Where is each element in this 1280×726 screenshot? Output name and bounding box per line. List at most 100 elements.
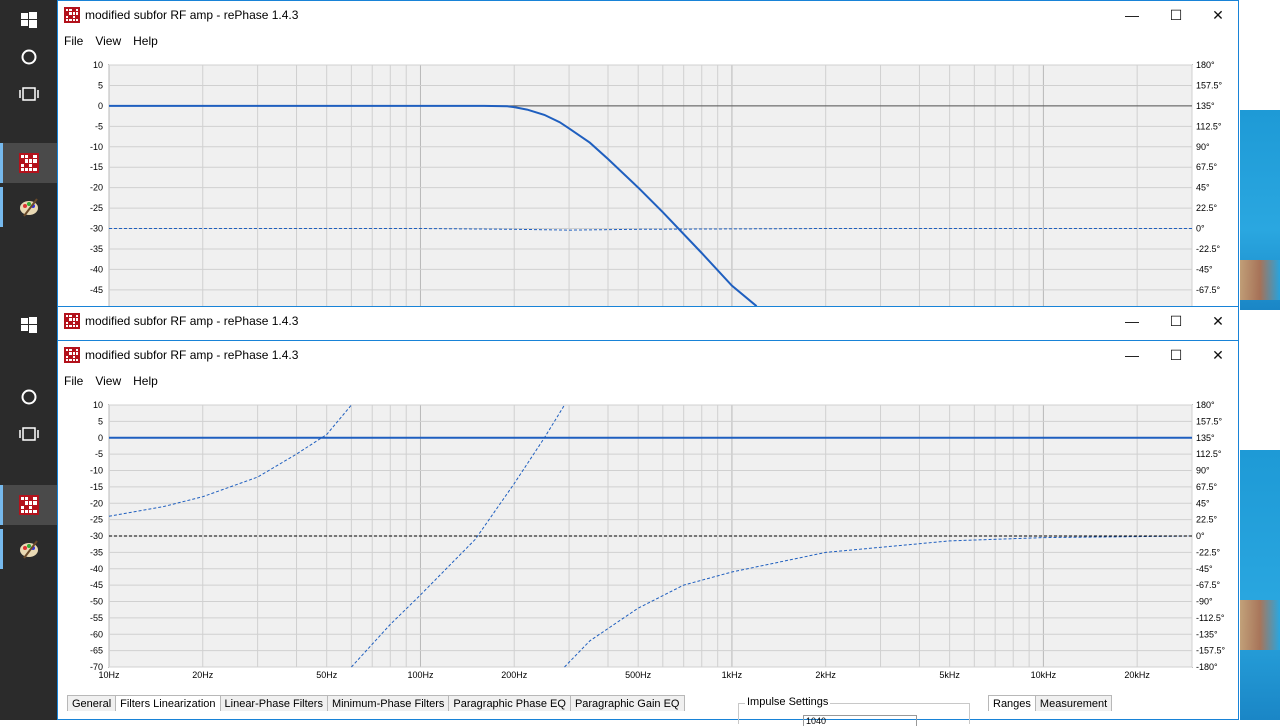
phase-tick-label: 135°: [1196, 101, 1215, 111]
x-tick-label: 50Hz: [316, 670, 338, 680]
minimize-icon: —: [1125, 7, 1139, 23]
menu-help[interactable]: Help: [127, 371, 164, 391]
rephase-window-bottom: modified subfor RF amp - rePhase 1.4.3 —…: [57, 340, 1239, 726]
phase-tick-label: -112.5°: [1196, 613, 1225, 623]
taskbar-upper: [0, 0, 57, 310]
close-button[interactable]: ✕: [1196, 341, 1240, 369]
y-tick-label: -15: [90, 162, 103, 172]
tab-strip: General Filters Linearization Linear-Pha…: [67, 695, 685, 711]
maximize-icon: ☐: [1169, 312, 1183, 329]
paint-palette-icon[interactable]: [0, 529, 57, 569]
maximize-button[interactable]: ☐: [1154, 341, 1198, 369]
tab-ranges[interactable]: Ranges: [988, 695, 1036, 711]
x-tick-label: 500Hz: [625, 670, 652, 680]
maximize-icon: ☐: [1169, 6, 1183, 23]
minimize-icon: —: [1125, 347, 1139, 363]
menu-file[interactable]: File: [58, 31, 89, 51]
impulse-value-field[interactable]: 1040: [803, 715, 917, 726]
x-tick-label: 20kHz: [1124, 670, 1150, 680]
minimize-button[interactable]: —: [1110, 1, 1154, 29]
y-tick-label: -25: [90, 515, 103, 525]
y-tick-label: -40: [90, 564, 103, 574]
cortana-circle-icon[interactable]: [0, 377, 57, 417]
phase-tick-label: -90°: [1196, 597, 1213, 607]
y-tick-label: -15: [90, 482, 103, 492]
menu-view[interactable]: View: [89, 31, 127, 51]
x-tick-label: 1kHz: [722, 670, 743, 680]
desktop-background-strip: [1240, 450, 1280, 720]
close-button[interactable]: ✕: [1196, 307, 1240, 335]
frequency-response-plot[interactable]: 1050-5-10-15-20-25-30-35-40-45-50-55-601…: [67, 51, 1225, 307]
title-bar[interactable]: modified subfor RF amp - rePhase 1.4.3 —…: [58, 341, 1238, 371]
y-tick-label: -60: [90, 629, 103, 639]
task-view-icon[interactable]: [0, 414, 57, 454]
plot-frame: 1050-5-10-15-20-25-30-35-40-45-50-55-601…: [67, 51, 1225, 307]
title-bar[interactable]: modified subfor RF amp - rePhase 1.4.3 —…: [58, 307, 1238, 337]
phase-tick-label: -157.5°: [1196, 646, 1225, 656]
cortana-circle-icon[interactable]: [0, 37, 57, 77]
rephase-app-icon: [64, 313, 80, 329]
taskbar-lower: [0, 310, 57, 720]
windows-start-icon[interactable]: [0, 0, 57, 40]
y-tick-label: -45: [90, 580, 103, 590]
minimize-button[interactable]: —: [1110, 341, 1154, 369]
phase-tick-label: -135°: [1196, 629, 1218, 639]
tab-paragraphic-phase-eq[interactable]: Paragraphic Phase EQ: [448, 695, 571, 711]
y-tick-label: 10: [93, 400, 103, 410]
window-title: modified subfor RF amp - rePhase 1.4.3: [85, 8, 299, 22]
tab-minimum-phase-filters[interactable]: Minimum-Phase Filters: [326, 695, 450, 711]
menu-view[interactable]: View: [89, 371, 127, 391]
phase-tick-label: 135°: [1196, 433, 1215, 443]
windows-start-icon[interactable]: [0, 305, 57, 345]
phase-tick-label: 157.5°: [1196, 80, 1223, 90]
tab-paragraphic-gain-eq[interactable]: Paragraphic Gain EQ: [569, 695, 685, 711]
menu-bar: File View Help: [58, 371, 1238, 391]
close-icon: ✕: [1212, 312, 1224, 329]
x-tick-label: 100Hz: [407, 670, 434, 680]
tab-linear-phase-filters[interactable]: Linear-Phase Filters: [219, 695, 328, 711]
rephase-app-icon: [64, 7, 80, 23]
tab-measurement[interactable]: Measurement: [1034, 695, 1113, 711]
window-title: modified subfor RF amp - rePhase 1.4.3: [85, 348, 299, 362]
filter-linearization-plot[interactable]: 10 5 0 -5 -10 -15 -20 -25 -30 -35 -40 -45 -50 -55 -60 -…: [67, 391, 1225, 687]
maximize-button[interactable]: ☐: [1154, 307, 1198, 335]
x-tick-label: 200Hz: [501, 670, 528, 680]
rephase-app-icon[interactable]: [0, 485, 57, 525]
phase-tick-label: 180°: [1196, 60, 1215, 70]
rephase-app-icon: [64, 347, 80, 363]
phase-tick-label: -67.5°: [1196, 580, 1221, 590]
phase-tick-label: -22.5°: [1196, 244, 1221, 254]
x-tick-label: 10kHz: [1031, 670, 1057, 680]
close-button[interactable]: ✕: [1196, 1, 1240, 29]
y-tick-label: -50: [90, 597, 103, 607]
y-tick-label: -30: [90, 531, 103, 541]
rephase-window-top: modified subfor RF amp - rePhase 1.4.3 —…: [57, 0, 1239, 308]
menu-file[interactable]: File: [58, 371, 89, 391]
y-tick-label: -5: [95, 121, 103, 131]
y-tick-label: -25: [90, 203, 103, 213]
y-tick-label: -55: [90, 613, 103, 623]
y-tick-label: -20: [90, 183, 103, 193]
maximize-button[interactable]: ☐: [1154, 1, 1198, 29]
phase-tick-label: 67.5°: [1196, 482, 1218, 492]
phase-tick-label: -22.5°: [1196, 547, 1221, 557]
task-view-icon[interactable]: [0, 74, 57, 114]
y-tick-label: -10: [90, 142, 103, 152]
paint-palette-icon[interactable]: [0, 187, 57, 227]
tab-general[interactable]: General: [67, 695, 117, 711]
x-tick-label: 20Hz: [192, 670, 214, 680]
close-icon: ✕: [1212, 346, 1224, 363]
phase-tick-label: -67.5°: [1196, 285, 1221, 295]
phase-tick-label: 0°: [1196, 531, 1205, 541]
y-tick-label: -20: [90, 498, 103, 508]
menu-help[interactable]: Help: [127, 31, 164, 51]
phase-tick-label: -180°: [1196, 662, 1218, 672]
right-tab-strip: Ranges Measurement: [988, 695, 1113, 711]
impulse-settings-title: Impulse Settings: [745, 696, 831, 708]
title-bar[interactable]: modified subfor RF amp - rePhase 1.4.3 —…: [58, 1, 1238, 31]
y-tick-label: 5: [98, 416, 103, 426]
minimize-button[interactable]: —: [1110, 307, 1154, 335]
plot-frame: 10 5 0 -5 -10 -15 -20 -25 -30 -35 -40 -45 -50 -55 -60 -…: [67, 391, 1225, 687]
rephase-app-icon[interactable]: [0, 143, 57, 183]
tab-filters-linearization[interactable]: Filters Linearization: [115, 695, 221, 711]
